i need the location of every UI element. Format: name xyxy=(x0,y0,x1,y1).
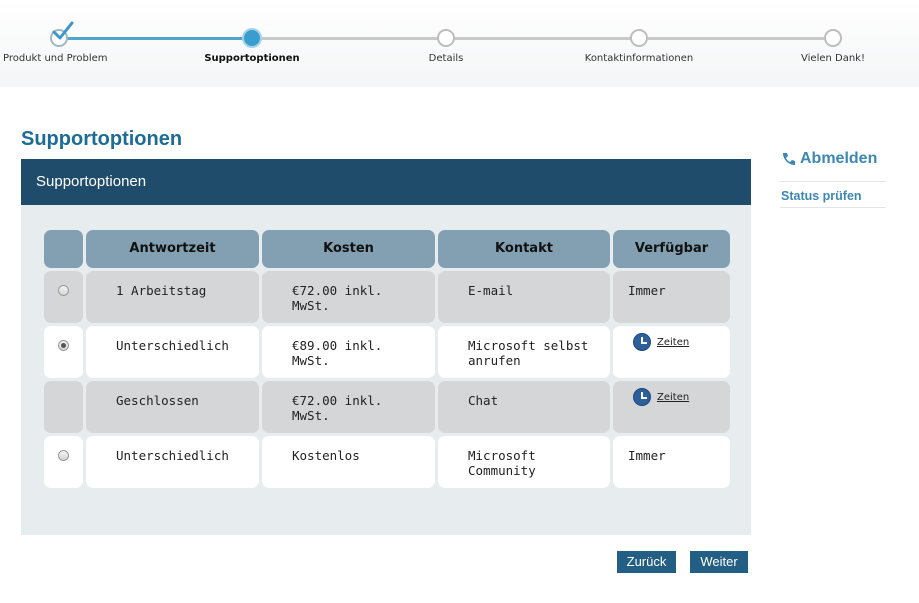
back-button[interactable]: Zurück xyxy=(617,551,676,573)
support-options-panel: Supportoptionen Antwortzeit Kosten Konta… xyxy=(21,159,751,535)
response-time: Unterschiedlich xyxy=(116,338,229,353)
row-select-cell[interactable] xyxy=(44,326,83,378)
response-time: Unterschiedlich xyxy=(116,448,229,463)
column-header-verfuegbar: Verfügbar xyxy=(613,230,730,268)
page-title: Supportoptionen xyxy=(21,128,183,150)
availability-cell: Immer xyxy=(613,271,730,323)
row-select-cell[interactable] xyxy=(44,271,83,323)
response-time-cell: Geschlossen xyxy=(86,381,259,433)
contact: Microsoft selbst anrufen xyxy=(468,338,589,368)
contact-cell: E-mail xyxy=(438,271,610,323)
cost: Kostenlos xyxy=(292,448,360,463)
cost: €72.00 inkl. MwSt. xyxy=(292,393,383,423)
cost-cell: €72.00 inkl. MwSt. xyxy=(262,381,435,433)
panel-heading: Supportoptionen xyxy=(21,159,751,205)
sidebar-divider xyxy=(780,181,886,182)
step-label: Vielen Dank! xyxy=(801,53,865,64)
cost-cell: €72.00 inkl. MwSt. xyxy=(262,271,435,323)
response-time-cell: Unterschiedlich xyxy=(86,326,259,378)
checkmark-icon xyxy=(52,21,74,40)
contact-cell: Microsoft Community xyxy=(438,436,610,488)
response-time-cell: 1 Arbeitstag xyxy=(86,271,259,323)
sidebar-divider xyxy=(780,207,886,208)
availability-cell: Immer xyxy=(613,436,730,488)
signout-label[interactable]: Abmelden xyxy=(800,150,877,168)
column-header-antwortzeit: Antwortzeit xyxy=(86,230,259,268)
cost-cell: Kostenlos xyxy=(262,436,435,488)
option-radio-selected[interactable] xyxy=(58,340,69,351)
option-radio[interactable] xyxy=(58,285,69,296)
contact: Chat xyxy=(468,393,499,408)
step-circle-active xyxy=(242,28,262,48)
clock-icon[interactable] xyxy=(633,333,651,351)
step-label: Produkt und Problem xyxy=(3,53,108,64)
column-header-kosten: Kosten xyxy=(262,230,435,268)
cost-cell: €89.00 inkl. MwSt. xyxy=(262,326,435,378)
response-time: 1 Arbeitstag xyxy=(116,283,207,298)
progress-stepper: Produkt und Problem Supportoptionen Deta… xyxy=(0,0,919,87)
availability: Immer xyxy=(628,448,666,463)
cost: €72.00 inkl. MwSt. xyxy=(292,283,383,313)
availability: Immer xyxy=(628,283,666,298)
clock-icon[interactable] xyxy=(633,388,651,406)
step-label: Details xyxy=(428,53,464,64)
availability-cell: Zeiten xyxy=(613,326,730,378)
row-select-cell[interactable] xyxy=(44,436,83,488)
contact-cell: Microsoft selbst anrufen xyxy=(438,326,610,378)
step-label: Kontaktinformationen xyxy=(584,53,694,64)
step-circle xyxy=(630,29,648,47)
progress-track-remaining xyxy=(252,37,833,40)
step-label: Supportoptionen xyxy=(204,53,300,64)
response-time-cell: Unterschiedlich xyxy=(86,436,259,488)
step-circle xyxy=(824,29,842,47)
column-header-kontakt: Kontakt xyxy=(438,230,610,268)
hours-link-group[interactable]: Zeiten xyxy=(633,388,689,406)
row-select-cell xyxy=(44,381,83,433)
column-header-select xyxy=(44,230,83,268)
contact-cell: Chat xyxy=(438,381,610,433)
progress-track-complete xyxy=(59,37,252,40)
cost: €89.00 inkl. MwSt. xyxy=(292,338,383,368)
step-circle xyxy=(437,29,455,47)
contact: Microsoft Community xyxy=(468,448,536,478)
response-time: Geschlossen xyxy=(116,393,199,408)
hours-link-group[interactable]: Zeiten xyxy=(633,333,689,351)
phone-hangup-icon xyxy=(783,153,795,165)
option-radio[interactable] xyxy=(58,450,69,461)
hours-link[interactable]: Zeiten xyxy=(657,392,689,403)
signout-link[interactable]: Abmelden xyxy=(780,150,877,168)
availability-cell: Zeiten xyxy=(613,381,730,433)
status-check-link[interactable]: Status prüfen xyxy=(781,189,862,203)
contact: E-mail xyxy=(468,283,514,298)
next-button[interactable]: Weiter xyxy=(690,551,748,573)
hours-link[interactable]: Zeiten xyxy=(657,337,689,348)
